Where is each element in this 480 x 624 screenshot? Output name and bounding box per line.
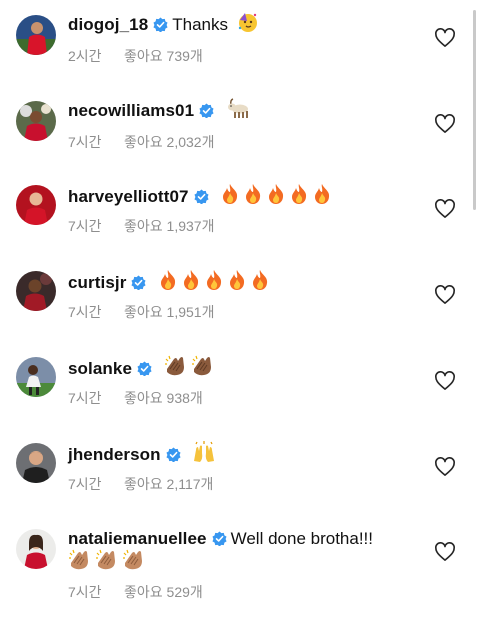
comment-time: 2시간	[68, 48, 102, 64]
avatar[interactable]	[16, 101, 56, 141]
fire-icon	[243, 183, 263, 205]
avatar[interactable]	[16, 443, 56, 483]
heart-icon[interactable]	[434, 285, 456, 305]
fire-icon	[266, 183, 286, 205]
clapping-hands-icon	[164, 355, 188, 377]
avatar[interactable]	[16, 15, 56, 55]
heart-icon[interactable]	[434, 457, 456, 477]
verified-badge-icon	[199, 103, 214, 118]
goat-icon	[226, 97, 250, 119]
scrollbar[interactable]	[473, 10, 476, 210]
partying-face-icon	[237, 11, 259, 33]
avatar[interactable]	[16, 271, 56, 311]
heart-icon[interactable]	[434, 199, 456, 219]
fire-icon	[158, 269, 178, 291]
raising-hands-icon	[192, 441, 216, 463]
clapping-hands-icon	[191, 355, 215, 377]
comment-time: 7시간	[68, 390, 102, 406]
like-count[interactable]: 좋아요 529개	[124, 584, 203, 600]
avatar[interactable]	[16, 529, 56, 569]
comment-time: 7시간	[68, 584, 102, 600]
clapping-hands-icon	[95, 549, 119, 571]
like-count[interactable]: 좋아요 739개	[124, 48, 203, 64]
heart-icon[interactable]	[434, 28, 456, 48]
fire-icon	[204, 269, 224, 291]
like-count[interactable]: 좋아요 1,937개	[124, 218, 214, 234]
clapping-hands-icon	[68, 549, 92, 571]
comment-time: 7시간	[68, 134, 102, 150]
heart-icon[interactable]	[434, 371, 456, 391]
like-count[interactable]: 좋아요 2,032개	[124, 134, 214, 150]
fire-icon	[250, 269, 270, 291]
comment-time: 7시간	[68, 218, 102, 234]
username[interactable]: harveyelliott07	[68, 187, 189, 206]
verified-badge-icon	[166, 447, 181, 462]
fire-icon	[312, 183, 332, 205]
verified-badge-icon	[194, 189, 209, 204]
heart-icon[interactable]	[434, 542, 456, 562]
username[interactable]: solanke	[68, 359, 132, 378]
like-count[interactable]: 좋아요 938개	[124, 390, 203, 406]
verified-badge-icon	[212, 531, 227, 546]
verified-badge-icon	[137, 361, 152, 376]
comment-text: Well done brotha!!!	[230, 529, 373, 548]
like-count[interactable]: 좋아요 2,117개	[124, 476, 213, 492]
fire-icon	[289, 183, 309, 205]
heart-icon[interactable]	[434, 114, 456, 134]
fire-icon	[227, 269, 247, 291]
avatar[interactable]	[16, 357, 56, 397]
fire-icon	[220, 183, 240, 205]
username[interactable]: jhenderson	[68, 445, 161, 464]
username[interactable]: necowilliams01	[68, 101, 194, 120]
avatar[interactable]	[16, 185, 56, 225]
comment-text: Thanks	[172, 15, 228, 34]
fire-icon	[181, 269, 201, 291]
verified-badge-icon	[153, 17, 168, 32]
username[interactable]: nataliemanuellee	[68, 529, 207, 548]
clapping-hands-icon	[122, 549, 146, 571]
comment-time: 7시간	[68, 304, 102, 320]
username[interactable]: diogoj_18	[68, 15, 148, 34]
like-count[interactable]: 좋아요 1,951개	[124, 304, 214, 320]
comment-time: 7시간	[68, 476, 102, 492]
verified-badge-icon	[131, 275, 146, 290]
username[interactable]: curtisjr	[68, 273, 126, 292]
